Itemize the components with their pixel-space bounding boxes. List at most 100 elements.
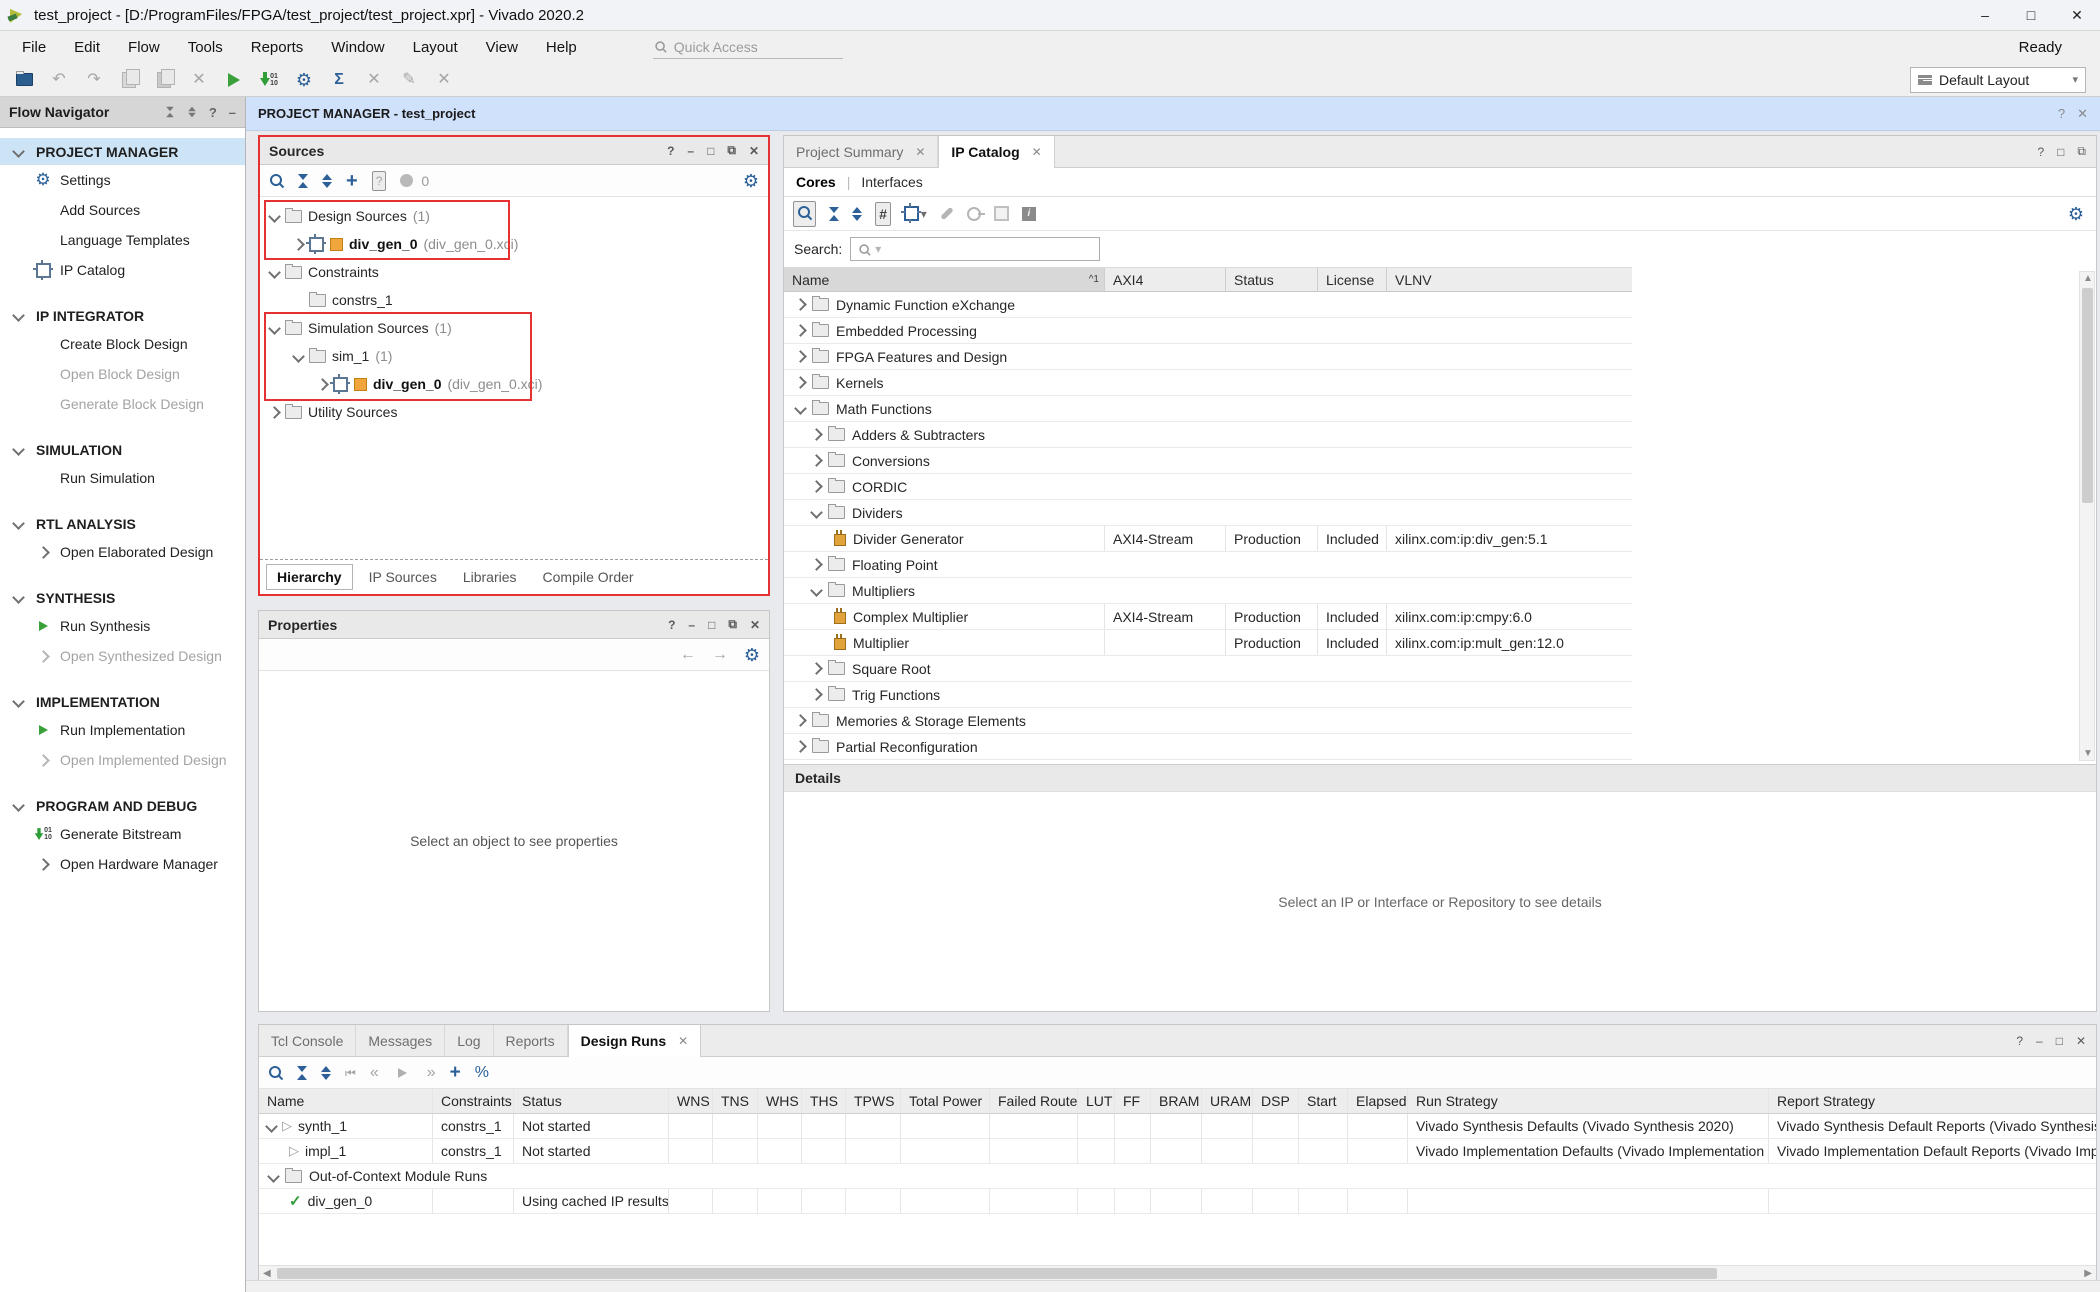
flownav-item-run-implementation[interactable]: Run Implementation: [0, 715, 245, 745]
tree-row-div-gen-0[interactable]: div_gen_0(div_gen_0.xci): [260, 230, 768, 258]
col-wns[interactable]: WNS: [669, 1089, 713, 1113]
gear-icon[interactable]: ⚙: [2068, 205, 2084, 223]
section-header-implementation[interactable]: IMPLEMENTATION: [0, 688, 245, 715]
tree-row-div-gen-0-sim[interactable]: div_gen_0(div_gen_0.xci): [260, 370, 768, 398]
edit-disabled-button[interactable]: ✎: [399, 69, 419, 91]
minimize-panel-icon[interactable]: –: [687, 144, 694, 158]
menu-edit[interactable]: Edit: [60, 39, 114, 56]
taxonomy-filter-icon[interactable]: #: [875, 202, 891, 226]
col-tns[interactable]: TNS: [713, 1089, 758, 1113]
ip-row-memories-storage[interactable]: Memories & Storage Elements: [784, 708, 1632, 734]
ip-row-math-functions[interactable]: Math Functions: [784, 396, 1632, 422]
close-panel-icon[interactable]: ✕: [750, 618, 760, 632]
tree-row-utility-sources[interactable]: Utility Sources: [260, 398, 768, 426]
first-run-icon[interactable]: ⏮: [345, 1067, 356, 1079]
help-icon[interactable]: ?: [209, 105, 217, 120]
expand-all-icon[interactable]: [188, 107, 196, 118]
ip-row-dividers[interactable]: Dividers: [784, 500, 1632, 526]
minimize-panel-icon[interactable]: –: [2036, 1034, 2043, 1048]
section-header-simulation[interactable]: SIMULATION: [0, 436, 245, 463]
flownav-item-open-elaborated-design[interactable]: Open Elaborated Design: [0, 537, 245, 567]
col-uram[interactable]: URAM: [1202, 1089, 1253, 1113]
flownav-item-language-templates[interactable]: Language Templates: [0, 225, 245, 255]
maximize-panel-icon[interactable]: □: [2056, 1034, 2063, 1048]
help-icon[interactable]: ?: [2016, 1034, 2023, 1048]
ip-row-square-root[interactable]: Square Root: [784, 656, 1632, 682]
quick-access-search[interactable]: Quick Access: [653, 36, 843, 59]
edit-properties-icon[interactable]: ?: [372, 171, 387, 191]
run-row-div-gen-0[interactable]: ✓div_gen_0 Using cached IP results: [259, 1189, 2096, 1214]
col-ff[interactable]: FF: [1115, 1089, 1151, 1113]
next-run-icon[interactable]: »: [427, 1065, 436, 1081]
menu-reports[interactable]: Reports: [237, 39, 318, 56]
float-panel-icon[interactable]: ⧉: [2077, 144, 2086, 159]
window-minimize-button[interactable]: –: [1962, 1, 2008, 30]
tab-design-runs[interactable]: Design Runs✕: [568, 1025, 702, 1057]
redo-button[interactable]: ↷: [84, 69, 104, 91]
subtab-cores[interactable]: Cores: [796, 174, 836, 190]
group-view-button[interactable]: ▾: [904, 206, 927, 221]
flownav-item-settings[interactable]: ⚙Settings: [0, 165, 245, 195]
scroll-up-icon[interactable]: ▲: [2083, 273, 2093, 284]
create-run-icon[interactable]: +: [450, 1063, 461, 1082]
tab-messages[interactable]: Messages: [356, 1025, 445, 1056]
col-elapsed[interactable]: Elapsed: [1348, 1089, 1408, 1113]
search-icon[interactable]: [268, 1065, 283, 1080]
maximize-panel-icon[interactable]: □: [708, 618, 715, 632]
tab-ip-sources[interactable]: IP Sources: [359, 565, 447, 589]
help-icon[interactable]: ?: [668, 618, 675, 632]
percent-icon[interactable]: %: [475, 1065, 489, 1081]
help-icon[interactable]: ?: [2037, 145, 2044, 159]
ip-row-divider-generator[interactable]: Divider Generator AXI4-Stream Production…: [784, 526, 1632, 552]
close-icon[interactable]: ✕: [2077, 106, 2088, 122]
gear-icon[interactable]: ⚙: [743, 172, 759, 190]
help-icon[interactable]: ?: [667, 144, 674, 158]
tab-log[interactable]: Log: [445, 1025, 493, 1056]
ip-row-conversions[interactable]: Conversions: [784, 448, 1632, 474]
close-tab-icon[interactable]: ✕: [1032, 145, 1042, 159]
layout-selector[interactable]: Default Layout ▾: [1910, 67, 2086, 93]
run-icon[interactable]: [393, 1062, 413, 1084]
tab-compile-order[interactable]: Compile Order: [533, 565, 644, 589]
ip-row-embedded-processing[interactable]: Embedded Processing: [784, 318, 1632, 344]
add-sources-icon[interactable]: +: [346, 171, 358, 191]
col-total-power[interactable]: Total Power: [901, 1089, 990, 1113]
collapse-all-icon[interactable]: [298, 174, 308, 188]
tree-row-simulation-sources[interactable]: Simulation Sources(1): [260, 314, 768, 342]
close-panel-icon[interactable]: ✕: [2076, 1034, 2086, 1048]
close-tab-icon[interactable]: ✕: [915, 145, 925, 159]
flownav-item-open-block-design[interactable]: Open Block Design: [0, 359, 245, 389]
menu-view[interactable]: View: [472, 39, 532, 56]
collapse-all-icon[interactable]: [829, 207, 839, 221]
col-ths[interactable]: THS: [802, 1089, 846, 1113]
search-button[interactable]: [793, 201, 816, 227]
float-panel-icon[interactable]: ⧉: [728, 617, 737, 632]
ip-row-trig-functions[interactable]: Trig Functions: [784, 682, 1632, 708]
col-bram[interactable]: BRAM: [1151, 1089, 1202, 1113]
tree-row-sim-1[interactable]: sim_1(1): [260, 342, 768, 370]
collapse-all-icon[interactable]: [297, 1066, 307, 1080]
license-key-icon[interactable]: [967, 207, 981, 221]
cancel-run-button[interactable]: ✕: [364, 69, 384, 91]
col-status[interactable]: Status: [514, 1089, 669, 1113]
tab-tcl-console[interactable]: Tcl Console: [259, 1025, 356, 1056]
col-dsp[interactable]: DSP: [1253, 1089, 1299, 1113]
ip-row-complex-multiplier[interactable]: Complex Multiplier AXI4-Stream Productio…: [784, 604, 1632, 630]
tab-reports[interactable]: Reports: [494, 1025, 568, 1056]
menu-tools[interactable]: Tools: [174, 39, 237, 56]
scrollbar-thumb[interactable]: [2082, 288, 2093, 503]
back-arrow-icon[interactable]: ←: [680, 647, 696, 663]
flownav-item-open-implemented-design[interactable]: Open Implemented Design: [0, 745, 245, 775]
col-start[interactable]: Start: [1299, 1089, 1348, 1113]
flownav-item-open-hardware-manager[interactable]: Open Hardware Manager: [0, 849, 245, 879]
tab-libraries[interactable]: Libraries: [453, 565, 527, 589]
subtab-interfaces[interactable]: Interfaces: [861, 174, 922, 190]
menu-file[interactable]: File: [8, 39, 60, 56]
paste-button[interactable]: [154, 69, 174, 91]
section-header-synthesis[interactable]: SYNTHESIS: [0, 584, 245, 611]
col-constraints[interactable]: Constraints: [433, 1089, 514, 1113]
tree-row-constraints[interactable]: Constraints: [260, 258, 768, 286]
menu-layout[interactable]: Layout: [399, 39, 472, 56]
minimize-panel-icon[interactable]: –: [688, 618, 695, 632]
collapse-all-icon[interactable]: [166, 107, 174, 118]
